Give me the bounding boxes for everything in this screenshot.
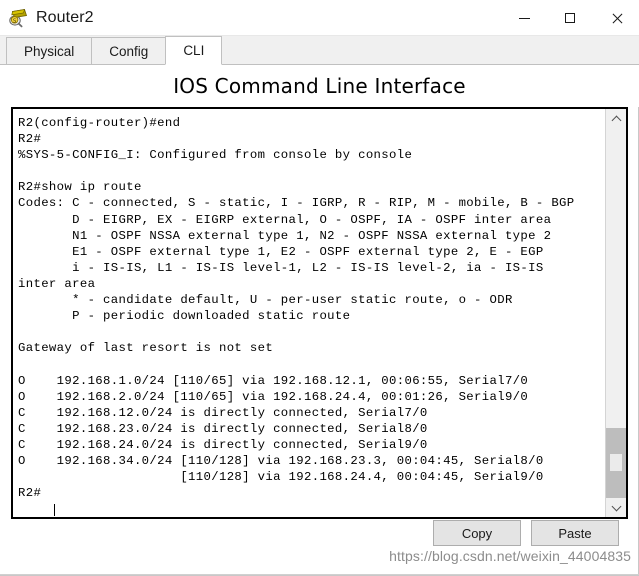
router-cli-window: S Router2 Physical Config CLI IOS Comman… — [0, 0, 639, 576]
close-button[interactable] — [593, 0, 639, 36]
watermark-url: https://blog.csdn.net/weixin_44004835 — [389, 548, 631, 564]
window-bottom-edge — [0, 574, 639, 575]
terminal-output: R2(config-router)#end R2# %SYS-5-CONFIG_… — [18, 116, 575, 501]
terminal-output-area[interactable]: R2(config-router)#end R2# %SYS-5-CONFIG_… — [13, 109, 605, 517]
terminal-panel: R2(config-router)#end R2# %SYS-5-CONFIG_… — [11, 107, 628, 519]
action-button-row: Copy Paste — [0, 519, 639, 549]
tab-config-label: Config — [109, 43, 149, 59]
scroll-up-button[interactable] — [606, 109, 626, 128]
tab-physical-label: Physical — [24, 43, 75, 59]
minimize-button[interactable] — [501, 0, 547, 36]
terminal-cursor — [54, 504, 55, 516]
chevron-down-icon — [611, 501, 621, 511]
svg-text:S: S — [13, 18, 17, 24]
cli-header: IOS Command Line Interface — [0, 65, 639, 107]
maximize-icon — [565, 13, 575, 23]
tab-cli[interactable]: CLI — [165, 36, 223, 65]
tab-physical[interactable]: Physical — [6, 37, 93, 64]
window-controls — [501, 0, 639, 36]
packet-tracer-router-icon: S — [7, 7, 29, 29]
scrollbar-track[interactable] — [606, 128, 626, 498]
scroll-down-button[interactable] — [606, 498, 626, 517]
page-title: IOS Command Line Interface — [173, 74, 466, 98]
copy-button-label: Copy — [461, 525, 493, 541]
tab-config[interactable]: Config — [91, 37, 167, 64]
paste-button-label: Paste — [558, 525, 592, 541]
scrollbar-thumb-grip — [610, 454, 622, 471]
paste-button[interactable]: Paste — [531, 520, 619, 546]
scrollbar-thumb[interactable] — [606, 428, 626, 498]
window-title: Router2 — [36, 8, 94, 26]
close-icon — [611, 13, 622, 24]
tab-cli-label: CLI — [183, 43, 205, 58]
title-bar: S Router2 — [0, 0, 639, 36]
maximize-button[interactable] — [547, 0, 593, 36]
tab-bar: Physical Config CLI — [0, 36, 639, 65]
minimize-icon — [518, 17, 530, 19]
copy-button[interactable]: Copy — [433, 520, 521, 546]
chevron-up-icon — [611, 115, 621, 125]
terminal-scrollbar[interactable] — [605, 109, 626, 517]
